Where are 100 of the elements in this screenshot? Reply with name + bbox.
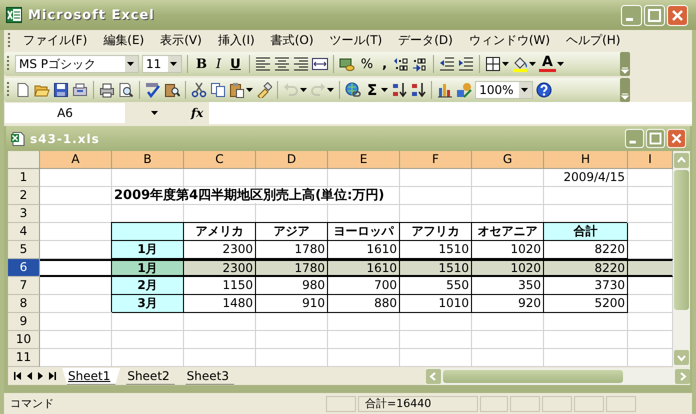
row-header[interactable]: 11 [8,349,40,367]
column-header[interactable]: E [328,151,400,169]
cut-icon[interactable] [191,82,207,98]
column-header[interactable]: A [40,151,112,169]
caret-icon[interactable] [127,62,134,66]
toolbar-options-icon[interactable] [620,78,630,102]
row-header[interactable]: 8 [8,295,40,313]
percent-button[interactable]: % [358,56,376,72]
research-icon[interactable] [164,82,180,98]
spelling-icon[interactable] [145,82,161,98]
column-header[interactable]: D [256,151,328,169]
row-header[interactable]: 10 [8,331,40,349]
toolbar-grip[interactable] [7,81,10,99]
paste-icon[interactable] [229,82,245,98]
excel-logo-icon[interactable] [6,7,22,23]
caret-icon[interactable] [502,62,510,66]
row-header[interactable]: 7 [8,277,40,295]
name-box[interactable]: A6 [5,103,125,123]
bold-button[interactable]: B [193,56,210,72]
comma-button[interactable]: , [379,56,390,72]
close-button[interactable] [667,4,688,26]
menu-item[interactable]: ヘルプ(H) [560,31,626,50]
italic-button[interactable]: I [213,56,224,72]
row-header[interactable]: 5 [8,241,40,259]
previous-sheet-icon[interactable] [27,372,32,380]
increase-decimal-icon[interactable] [393,56,410,72]
column-header[interactable]: F [400,151,472,169]
print-preview-icon[interactable] [118,82,134,98]
font-color-button[interactable]: A [539,56,556,72]
last-sheet-icon[interactable] [49,372,56,380]
underline-button[interactable]: U [227,56,244,72]
column-header[interactable]: H [544,151,628,169]
function-label[interactable]: fx [185,106,210,120]
caret-icon[interactable] [170,62,177,66]
align-left-icon[interactable] [254,56,271,72]
active-cell[interactable] [40,259,112,277]
maximize-button[interactable] [646,129,665,148]
column-header[interactable]: C [184,151,256,169]
save-icon[interactable] [53,82,69,98]
caret-icon[interactable] [381,88,388,92]
maximize-button[interactable] [644,4,665,26]
help-icon[interactable] [536,82,552,98]
menu-item[interactable]: データ(D) [392,31,459,50]
caret-icon[interactable] [246,88,253,92]
menu-item[interactable]: ファイル(F) [17,31,94,50]
toolbar-options-icon[interactable] [620,52,630,76]
decrease-indent-icon[interactable] [439,56,456,72]
autosum-button[interactable]: Σ [364,81,380,99]
row-header[interactable]: 6 [8,259,40,277]
font-dropdown[interactable]: MS Pゴシック [15,55,139,73]
column-header[interactable]: B [112,151,184,169]
column-header[interactable]: I [628,151,673,169]
next-sheet-icon[interactable] [38,372,43,380]
caret-icon[interactable] [300,88,307,92]
first-sheet-icon[interactable] [14,372,21,380]
menu-item[interactable]: 編集(E) [97,31,150,50]
borders-icon[interactable] [485,56,502,72]
font-size-dropdown[interactable]: 11 [142,55,182,73]
menu-item[interactable]: 表示(V) [154,31,208,50]
menu-item[interactable]: ウィンドウ(W) [462,31,556,50]
sheet-tab[interactable]: Sheet1 [62,368,120,384]
merge-center-icon[interactable] [312,56,328,72]
sort-ascending-icon[interactable] [391,82,408,98]
currency-icon[interactable] [338,56,355,72]
toolbar-grip[interactable] [7,55,10,73]
format-painter-icon[interactable] [256,82,272,98]
copy-icon[interactable] [210,82,226,98]
menu-item[interactable]: 挿入(I) [212,31,261,50]
permission-icon[interactable] [72,82,88,98]
formula-field[interactable] [209,102,692,124]
caret-icon[interactable] [521,88,528,92]
row-header[interactable]: 2 [8,187,40,205]
column-header[interactable]: G [472,151,544,169]
print-icon[interactable] [99,82,115,98]
caret-icon[interactable] [529,62,536,66]
row-header[interactable]: 1 [8,169,40,187]
drawing-icon[interactable] [456,82,472,98]
sort-descending-icon[interactable] [410,82,426,98]
increase-indent-icon[interactable] [458,56,474,72]
row-header[interactable]: 3 [8,205,40,223]
new-document-icon[interactable] [15,82,31,98]
minimize-button[interactable] [621,4,642,26]
row-header[interactable]: 9 [8,313,40,331]
caret-icon[interactable] [327,88,334,92]
chart-icon[interactable] [437,82,454,98]
hyperlink-icon[interactable] [345,82,361,98]
caret-icon[interactable] [556,62,564,66]
close-button[interactable] [667,129,686,148]
caret-icon[interactable] [150,111,158,115]
menu-item[interactable]: ツール(T) [324,31,388,50]
fill-color-icon[interactable] [512,56,528,72]
minimize-button[interactable] [625,129,644,148]
align-center-icon[interactable] [274,56,290,72]
workbook-icon[interactable] [10,130,26,146]
align-right-icon[interactable] [292,56,309,72]
row-header[interactable]: 4 [8,223,40,241]
decrease-decimal-icon[interactable] [412,56,428,72]
menu-item[interactable]: 書式(O) [264,31,320,50]
toolbar-grip[interactable] [8,32,11,50]
zoom-dropdown[interactable]: 100% [475,81,534,99]
